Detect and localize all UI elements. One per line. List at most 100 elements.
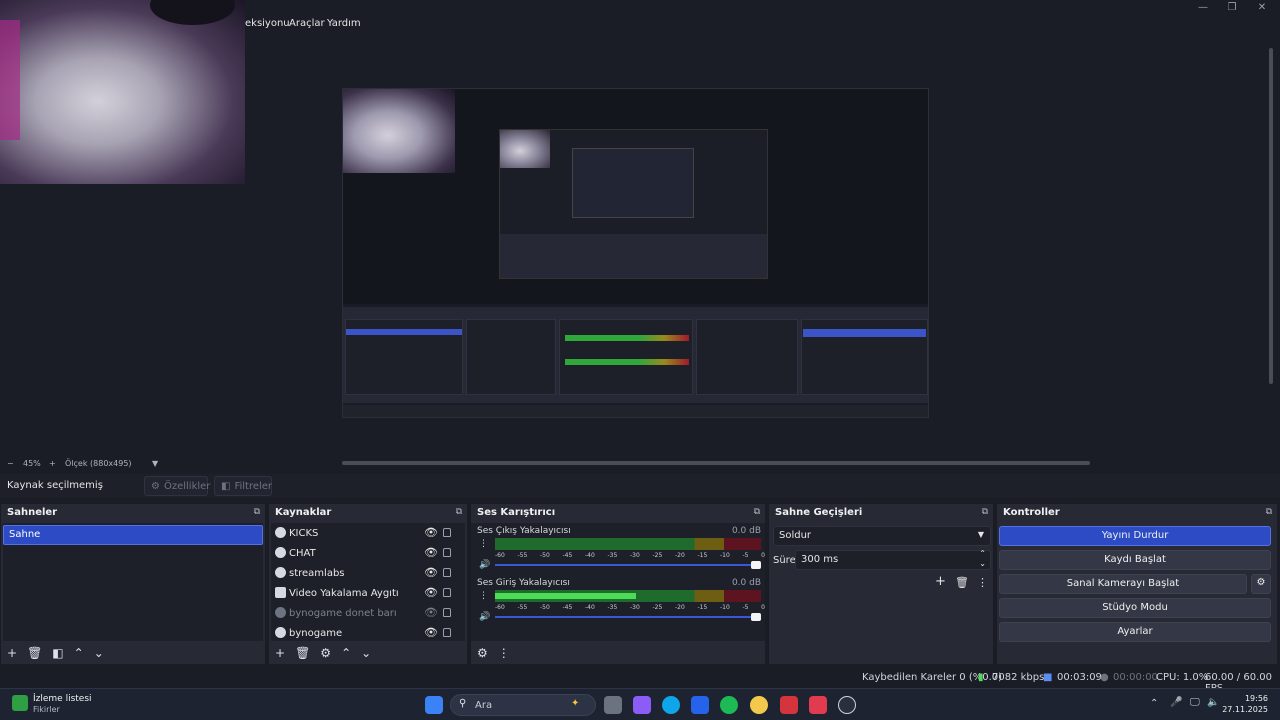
properties-button[interactable]: ⚙ Özellikler: [144, 476, 210, 496]
vertical-scrollbar[interactable]: [1269, 48, 1273, 384]
more-icon[interactable]: ⋮: [977, 576, 988, 589]
speaker-icon[interactable]: 🔊: [479, 560, 490, 570]
zoom-bar: − 45% + Ölçek (880x495) ▼: [0, 456, 342, 472]
meter-tick-label: -45: [562, 604, 573, 611]
menu-item-tools[interactable]: Araçlar: [289, 18, 325, 29]
scene-item[interactable]: Sahne: [3, 525, 263, 545]
no-source-label: Kaynak seçilmemiş: [7, 480, 103, 491]
lock-icon[interactable]: [443, 608, 451, 617]
scenes-title: Sahneler: [7, 507, 58, 518]
volume-slider[interactable]: [495, 613, 761, 621]
meter-tick-label: -25: [652, 604, 663, 611]
chrome-icon[interactable]: [750, 696, 768, 714]
store-icon[interactable]: [691, 696, 709, 714]
menu-item-help[interactable]: Yardım: [327, 18, 361, 29]
chevron-up-icon[interactable]: ⌃: [1150, 698, 1158, 709]
app-icon-red[interactable]: [780, 696, 798, 714]
browser-source-icon: [275, 547, 286, 558]
undock-icon[interactable]: ⧉: [254, 507, 260, 517]
undock-icon[interactable]: ⧉: [456, 507, 462, 517]
widget-icon[interactable]: [12, 695, 28, 711]
eye-icon[interactable]: 👁: [424, 626, 438, 639]
volume-icon[interactable]: 🔈: [1207, 697, 1219, 708]
volume-slider[interactable]: [495, 561, 761, 569]
source-item[interactable]: CHAT 👁: [271, 544, 465, 564]
eye-icon[interactable]: 👁: [424, 586, 438, 599]
gear-icon[interactable]: ⚙: [320, 646, 331, 660]
more-icon[interactable]: ⋮: [498, 646, 510, 660]
undock-icon[interactable]: ⧉: [754, 507, 760, 517]
add-icon[interactable]: +: [7, 646, 17, 660]
add-icon[interactable]: +: [935, 574, 946, 589]
task-view-icon[interactable]: [604, 696, 622, 714]
obs-icon[interactable]: [838, 696, 856, 714]
stop-stream-button[interactable]: Yayını Durdur: [999, 526, 1271, 546]
clock-date[interactable]: 27.11.2025: [1222, 705, 1268, 714]
copilot-icon[interactable]: [633, 696, 651, 714]
trash-icon[interactable]: 🗑: [27, 646, 42, 660]
restore-icon[interactable]: ❐: [1224, 2, 1240, 13]
widget-title[interactable]: İzleme listesi: [33, 694, 92, 704]
microphone-icon[interactable]: 🎤: [1170, 697, 1182, 708]
duration-spinbox[interactable]: 300 ms ⌃ ⌄: [795, 549, 991, 570]
add-icon[interactable]: +: [275, 646, 285, 660]
filter-icon[interactable]: ◧: [52, 646, 63, 660]
lock-icon[interactable]: [443, 568, 451, 577]
filters-button[interactable]: ◧ Filtreler: [214, 476, 272, 496]
speaker-icon[interactable]: 🔊: [479, 612, 490, 622]
advanced-audio-icon[interactable]: ⚙: [477, 646, 488, 660]
lock-icon[interactable]: [443, 548, 451, 557]
studio-mode-button[interactable]: Stüdyo Modu: [999, 598, 1271, 618]
chevron-up-icon[interactable]: ⌃: [341, 646, 351, 660]
meter-tick-label: -55: [517, 604, 528, 611]
zoom-out-button[interactable]: −: [7, 459, 14, 468]
preview-canvas[interactable]: [342, 88, 929, 418]
eye-icon[interactable]: 👁: [424, 526, 438, 539]
more-icon[interactable]: ⋮: [479, 591, 488, 601]
horizontal-scrollbar[interactable]: [342, 461, 1090, 465]
start-virtual-camera-button[interactable]: Sanal Kamerayı Başlat: [999, 574, 1247, 594]
chevron-up-icon[interactable]: ⌃: [74, 646, 84, 660]
virtual-camera-settings-button[interactable]: ⚙: [1251, 574, 1271, 594]
chevron-up-icon[interactable]: ⌃: [979, 549, 986, 558]
trash-icon[interactable]: 🗑: [955, 576, 969, 589]
status-bar: Kaybedilen Kareler 0 (%0.0) ▮ 7082 kbps …: [0, 668, 1280, 694]
meter-tick-label: -50: [540, 552, 550, 559]
meter-tick-label: -55: [517, 552, 528, 559]
eye-icon[interactable]: 👁: [424, 546, 438, 559]
edge-icon[interactable]: [662, 696, 680, 714]
windows-start-icon[interactable]: [425, 696, 443, 714]
eye-hidden-icon[interactable]: 👁: [424, 606, 438, 619]
transition-select[interactable]: Soldur ▼: [773, 526, 991, 546]
minimize-icon[interactable]: —: [1195, 2, 1211, 13]
monitor-icon[interactable]: 🖵: [1190, 697, 1200, 708]
browser-source-icon: [275, 627, 286, 638]
undock-icon[interactable]: ⧉: [1266, 507, 1272, 517]
start-recording-button[interactable]: Kaydı Başlat: [999, 550, 1271, 570]
spotify-icon[interactable]: [720, 696, 738, 714]
eye-icon[interactable]: 👁: [424, 566, 438, 579]
settings-button[interactable]: Ayarlar: [999, 622, 1271, 642]
menu-item-tools-partial[interactable]: eksiyonu: [245, 18, 290, 29]
chevron-down-icon[interactable]: ⌄: [361, 646, 371, 660]
undock-icon[interactable]: ⧉: [982, 507, 988, 517]
lock-icon[interactable]: [443, 628, 451, 637]
clock-time[interactable]: 19:56: [1228, 694, 1268, 703]
sparkle-icon: ✦: [571, 698, 580, 709]
source-item[interactable]: KICKS 👁: [271, 524, 465, 544]
source-item[interactable]: streamlabs 👁: [271, 564, 465, 584]
chevron-down-icon[interactable]: ⌄: [94, 646, 104, 660]
source-item[interactable]: bynogame donet barı 👁: [271, 604, 465, 624]
chevron-down-icon[interactable]: ⌄: [979, 559, 986, 568]
zoom-in-button[interactable]: +: [49, 459, 56, 468]
lock-icon[interactable]: [443, 528, 451, 537]
source-item[interactable]: Video Yakalama Aygıtı 👁: [271, 584, 465, 604]
scale-dropdown-icon[interactable]: ▼: [152, 459, 158, 468]
lock-icon[interactable]: [443, 588, 451, 597]
app-icon-pink[interactable]: [809, 696, 827, 714]
more-icon[interactable]: ⋮: [479, 539, 488, 549]
close-icon[interactable]: ✕: [1254, 2, 1270, 13]
trash-icon[interactable]: 🗑: [295, 646, 310, 660]
stream-time: 00:03:09: [1057, 672, 1102, 683]
taskbar-search[interactable]: ⚲ Ara ✦: [450, 694, 596, 716]
